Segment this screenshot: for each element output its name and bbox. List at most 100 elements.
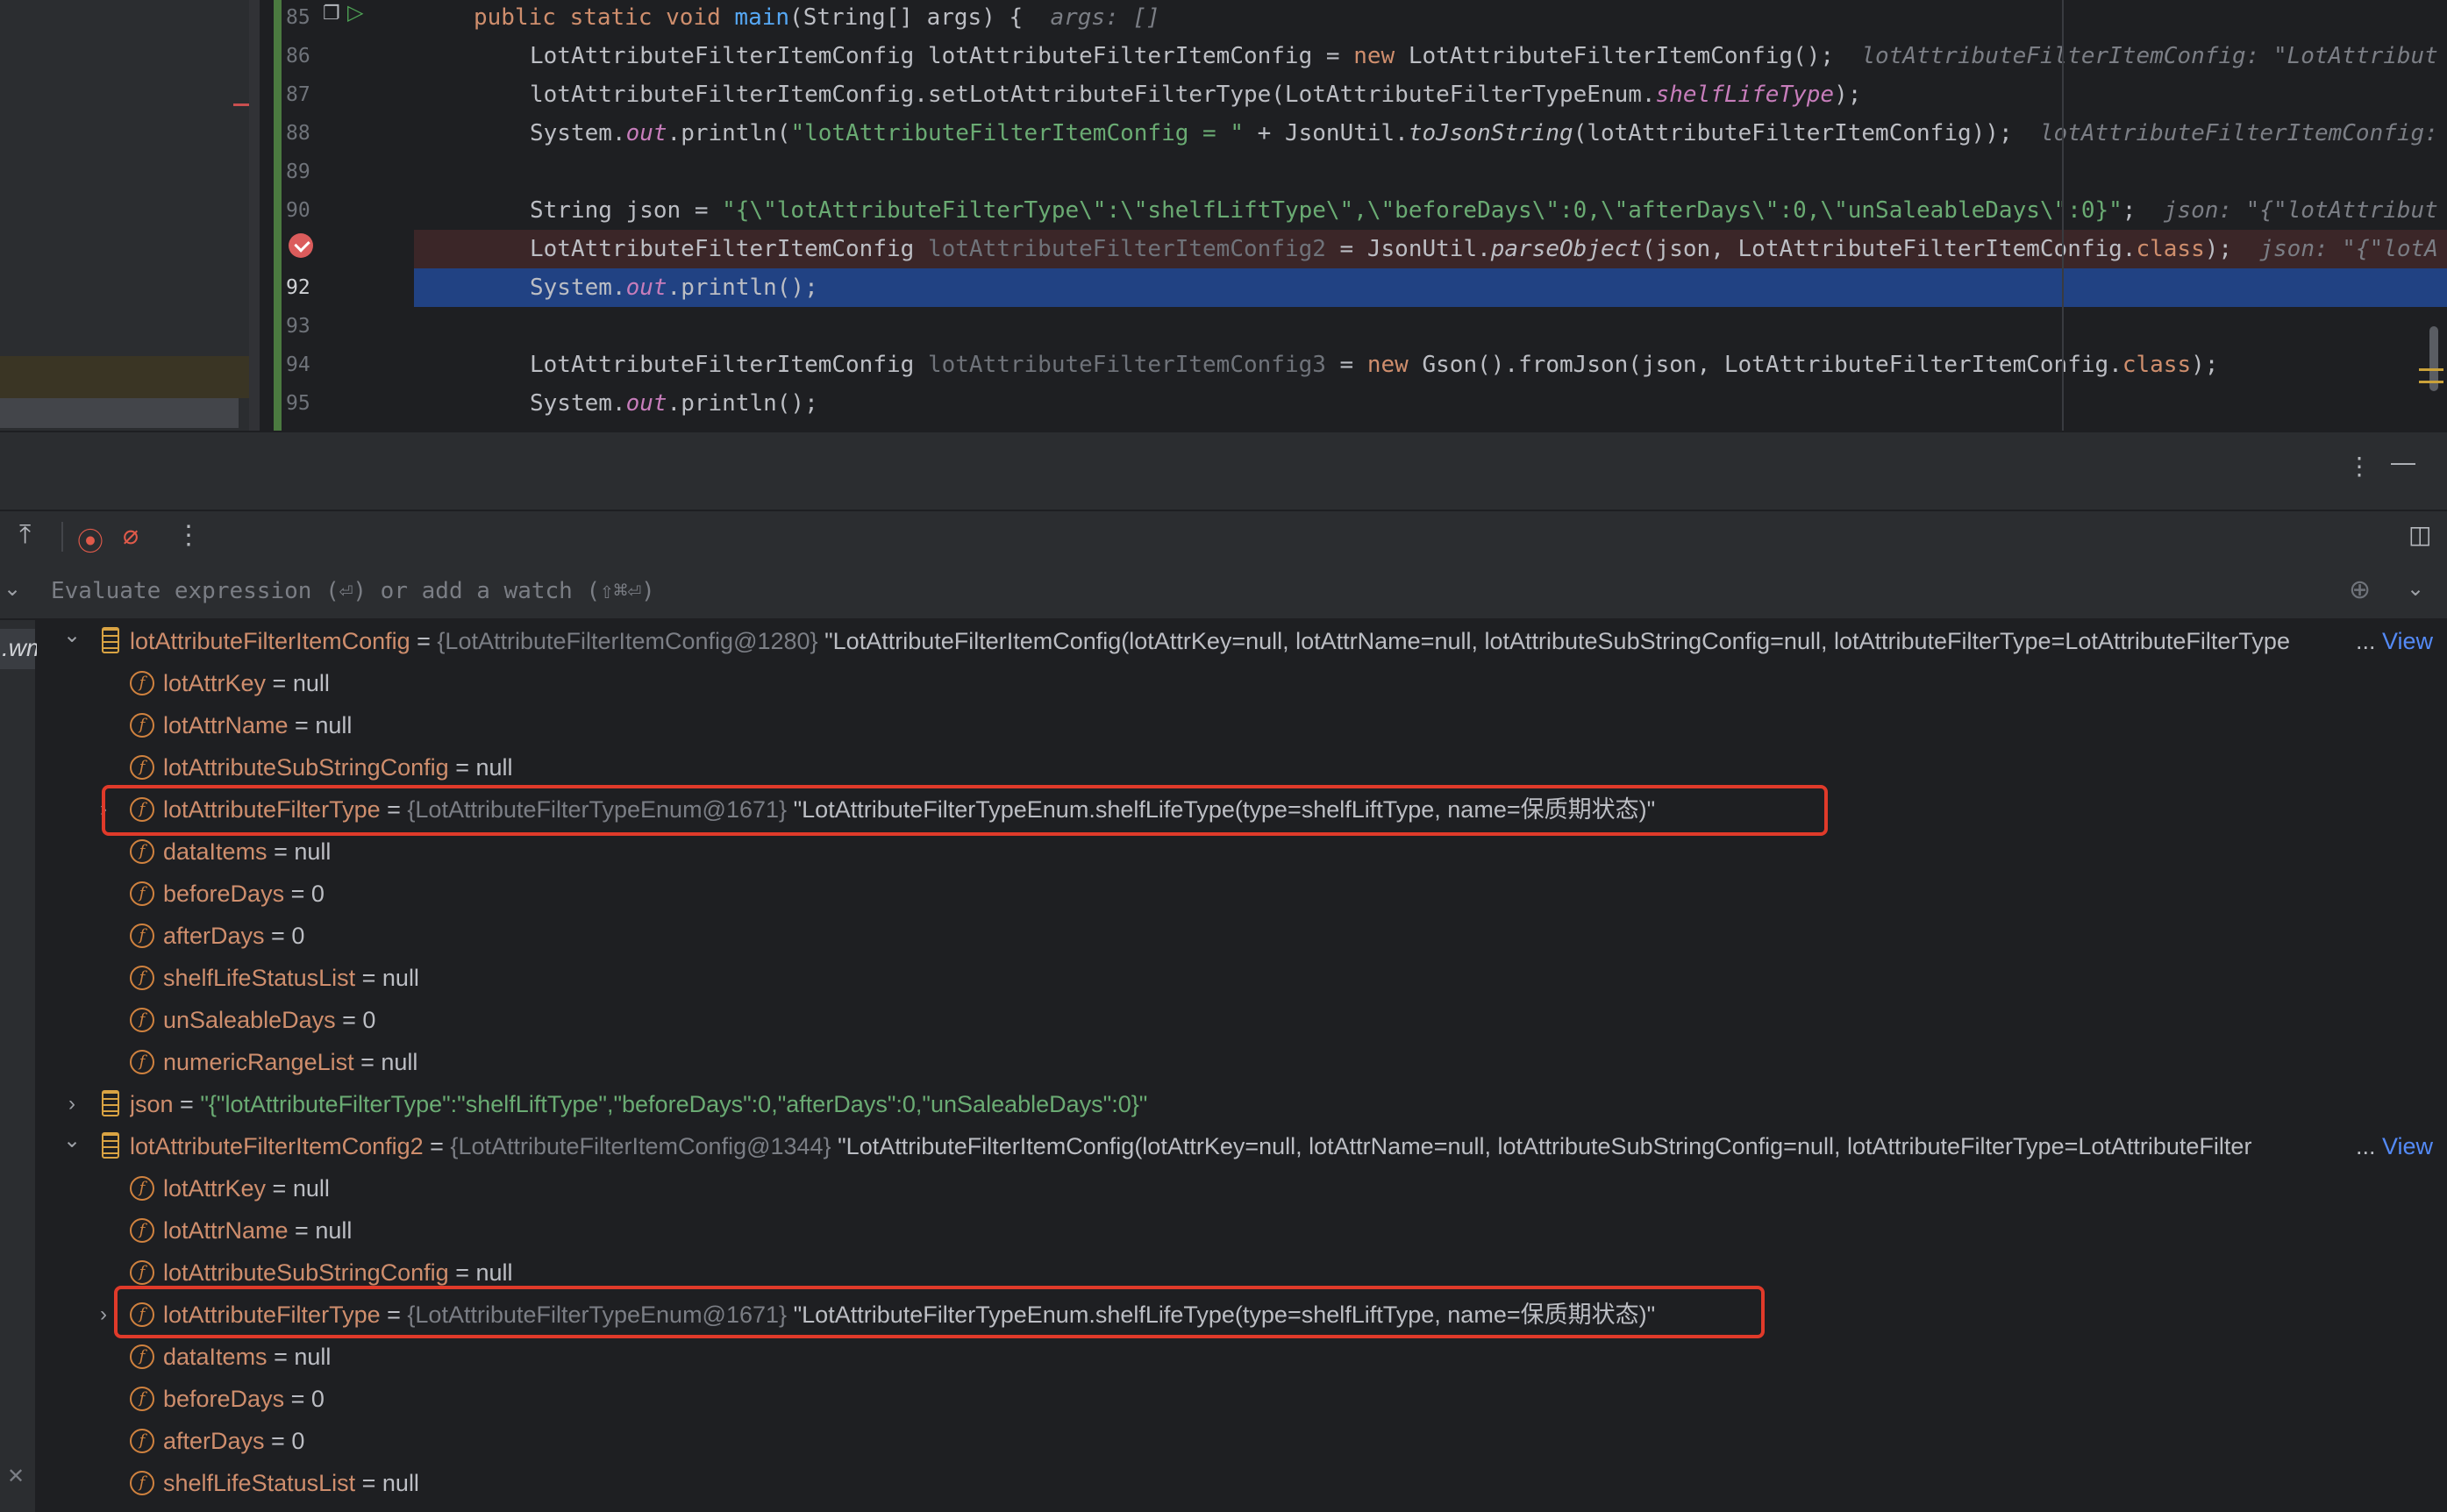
field-row[interactable]: f lotAttrKey = null bbox=[37, 1167, 2447, 1209]
chevron-down-icon[interactable]: ⌄ bbox=[2407, 576, 2424, 602]
view-link[interactable]: ... View bbox=[2356, 1125, 2433, 1167]
equals-sign: = bbox=[288, 1217, 316, 1244]
field-row[interactable]: f shelfLifeStatusList = null bbox=[37, 1462, 2447, 1504]
code-line[interactable] bbox=[414, 153, 2447, 191]
variable-row[interactable]: › json = "{"lotAttributeFilterType":"shel… bbox=[37, 1083, 2447, 1125]
field-row[interactable]: f lotAttributeSubStringConfig = null bbox=[37, 1252, 2447, 1294]
variable-row[interactable]: ⌄ lotAttributeFilterItemConfig = {LotAttr… bbox=[37, 620, 2447, 662]
field-row[interactable]: f beforeDays = 0 bbox=[37, 1378, 2447, 1420]
line-number[interactable]: 90 bbox=[286, 191, 330, 230]
equals-sign: = bbox=[380, 796, 408, 823]
line-number[interactable]: 94 bbox=[286, 346, 330, 384]
field-icon: f bbox=[130, 1260, 154, 1285]
run-gutter-icon[interactable]: ▷ bbox=[347, 0, 363, 25]
minimize-icon[interactable]: — bbox=[2391, 448, 2415, 476]
code-line[interactable]: System.out.println(); bbox=[414, 384, 2447, 423]
code-line[interactable]: System.out.println("lotAttributeFilterIt… bbox=[414, 114, 2447, 153]
variable-content: lotAttributeFilterType = {LotAttributeFi… bbox=[163, 1294, 2356, 1336]
selected-tree-row[interactable] bbox=[0, 398, 239, 428]
chevron-down-icon[interactable]: ⌄ bbox=[60, 1120, 84, 1162]
variable-content: beforeDays = 0 bbox=[163, 873, 2356, 915]
restore-frame-icon[interactable]: ⤒ bbox=[19, 520, 31, 550]
line-number[interactable]: 87 bbox=[286, 75, 330, 114]
view-breakpoints-icon[interactable]: ⦿ bbox=[77, 520, 103, 559]
project-panel-strip bbox=[0, 0, 260, 431]
field-row[interactable]: f numericRangeList = null bbox=[37, 1041, 2447, 1083]
line-number[interactable]: 89 bbox=[286, 153, 330, 191]
code-line[interactable]: System.out.println(); bbox=[414, 268, 2447, 307]
code-line[interactable]: public static void main(String[] args) {… bbox=[414, 0, 2447, 37]
field-row[interactable]: › f lotAttributeFilterType = {LotAttribute… bbox=[37, 1294, 2447, 1336]
equals-sign: = bbox=[335, 1007, 363, 1033]
field-row[interactable]: f shelfLifeStatusList = null bbox=[37, 957, 2447, 999]
line-number[interactable]: 92 bbox=[286, 268, 330, 307]
code-line[interactable]: LotAttributeFilterItemConfig lotAttribut… bbox=[414, 37, 2447, 75]
ellipsis: ... bbox=[2355, 1133, 2382, 1159]
chevron-right-icon[interactable]: › bbox=[91, 788, 116, 831]
ellipsis: ... bbox=[2355, 628, 2382, 654]
more-options-icon[interactable]: ⋮ bbox=[2347, 452, 2372, 481]
line-number[interactable]: 86 bbox=[286, 37, 330, 75]
field-row[interactable]: f lotAttrKey = null bbox=[37, 662, 2447, 704]
variable-row[interactable]: ⌄ lotAttributeFilterItemConfig2 = {LotAtt… bbox=[37, 1125, 2447, 1167]
field-row[interactable]: f afterDays = 0 bbox=[37, 915, 2447, 957]
chevron-down-icon[interactable]: ⌄ bbox=[4, 576, 21, 602]
variable-content: lotAttrName = null bbox=[163, 704, 2356, 746]
equals-sign: = bbox=[266, 1175, 293, 1202]
line-number[interactable]: 93 bbox=[286, 307, 330, 346]
field-icon: f bbox=[130, 1008, 154, 1032]
view-label[interactable]: View bbox=[2382, 1133, 2433, 1159]
close-icon[interactable]: ✕ bbox=[7, 1464, 25, 1489]
variables-tree[interactable]: ⌄ lotAttributeFilterItemConfig = {LotAttr… bbox=[37, 620, 2447, 1512]
variable-value: "LotAttributeFilterItemConfig(lotAttrKey… bbox=[824, 628, 2290, 654]
variable-name: shelfLifeStatusList bbox=[163, 965, 356, 991]
chevron-down-icon[interactable]: ⌄ bbox=[60, 620, 84, 657]
variable-content: beforeDays = 0 bbox=[163, 1378, 2356, 1420]
more-actions-icon[interactable]: ⋮ bbox=[175, 520, 202, 551]
variable-value: 0 bbox=[310, 881, 325, 907]
chevron-right-icon[interactable]: › bbox=[91, 1294, 116, 1336]
code-line[interactable]: LotAttributeFilterItemConfig lotAttribut… bbox=[414, 230, 2447, 268]
code-line[interactable]: String json = "{\"lotAttributeFilterType… bbox=[414, 191, 2447, 230]
line-number[interactable]: 95 bbox=[286, 384, 330, 423]
equals-sign: = bbox=[353, 1049, 382, 1075]
line-number[interactable]: 85 bbox=[286, 0, 330, 37]
line-number[interactable]: 88 bbox=[286, 114, 330, 153]
evaluate-expression-input[interactable] bbox=[49, 571, 2298, 611]
variable-name: dataItems bbox=[163, 838, 268, 865]
mute-breakpoints-icon[interactable]: ⌀ bbox=[123, 520, 139, 551]
field-row[interactable]: f dataItems = null bbox=[37, 831, 2447, 873]
right-margin-guide bbox=[2062, 0, 2064, 431]
code-editor[interactable]: public static void main(String[] args) {… bbox=[414, 0, 2447, 431]
field-row[interactable]: f lotAttrName = null bbox=[37, 1209, 2447, 1252]
line-number[interactable] bbox=[286, 230, 330, 268]
code-text: System.out.println(); bbox=[530, 390, 818, 417]
code-text: System.out.println(); bbox=[530, 275, 818, 301]
code-line[interactable]: LotAttributeFilterItemConfig lotAttribut… bbox=[414, 346, 2447, 384]
equals-sign: = bbox=[267, 1344, 295, 1370]
panel-divider[interactable] bbox=[249, 0, 260, 431]
variable-value: "LotAttributeFilterTypeEnum.shelfLifeTyp… bbox=[793, 796, 1656, 823]
field-row[interactable]: f beforeDays = 0 bbox=[37, 873, 2447, 915]
field-row[interactable]: f afterDays = 0 bbox=[37, 1420, 2447, 1462]
field-row[interactable]: f lotAttrName = null bbox=[37, 704, 2447, 746]
code-line[interactable]: lotAttributeFilterItemConfig.setLotAttri… bbox=[414, 75, 2447, 114]
code-text: LotAttributeFilterItemConfig lotAttribut… bbox=[530, 236, 2438, 262]
add-watch-icon[interactable]: ⊕ bbox=[2349, 574, 2371, 605]
code-line[interactable] bbox=[414, 307, 2447, 346]
field-row[interactable]: › f lotAttributeFilterType = {LotAttribute… bbox=[37, 788, 2447, 831]
local-variable-icon bbox=[102, 1132, 119, 1159]
field-row[interactable]: f lotAttributeSubStringConfig = null bbox=[37, 746, 2447, 788]
field-row[interactable]: f dataItems = null bbox=[37, 1336, 2447, 1378]
variable-value: null bbox=[294, 838, 332, 865]
highlighted-tree-row[interactable] bbox=[0, 356, 260, 398]
variable-name: shelfLifeStatusList bbox=[163, 1470, 356, 1496]
field-icon: f bbox=[130, 966, 154, 990]
view-label[interactable]: View bbox=[2382, 628, 2433, 654]
layout-icon[interactable]: ◫ bbox=[2408, 520, 2431, 549]
chevron-right-icon[interactable]: › bbox=[60, 1083, 84, 1125]
object-reference: {LotAttributeFilterItemConfig@1344} bbox=[450, 1133, 831, 1159]
field-row[interactable]: f unSaleableDays = 0 bbox=[37, 999, 2447, 1041]
equals-sign: = bbox=[173, 1091, 201, 1117]
view-link[interactable]: ... View bbox=[2356, 620, 2433, 662]
